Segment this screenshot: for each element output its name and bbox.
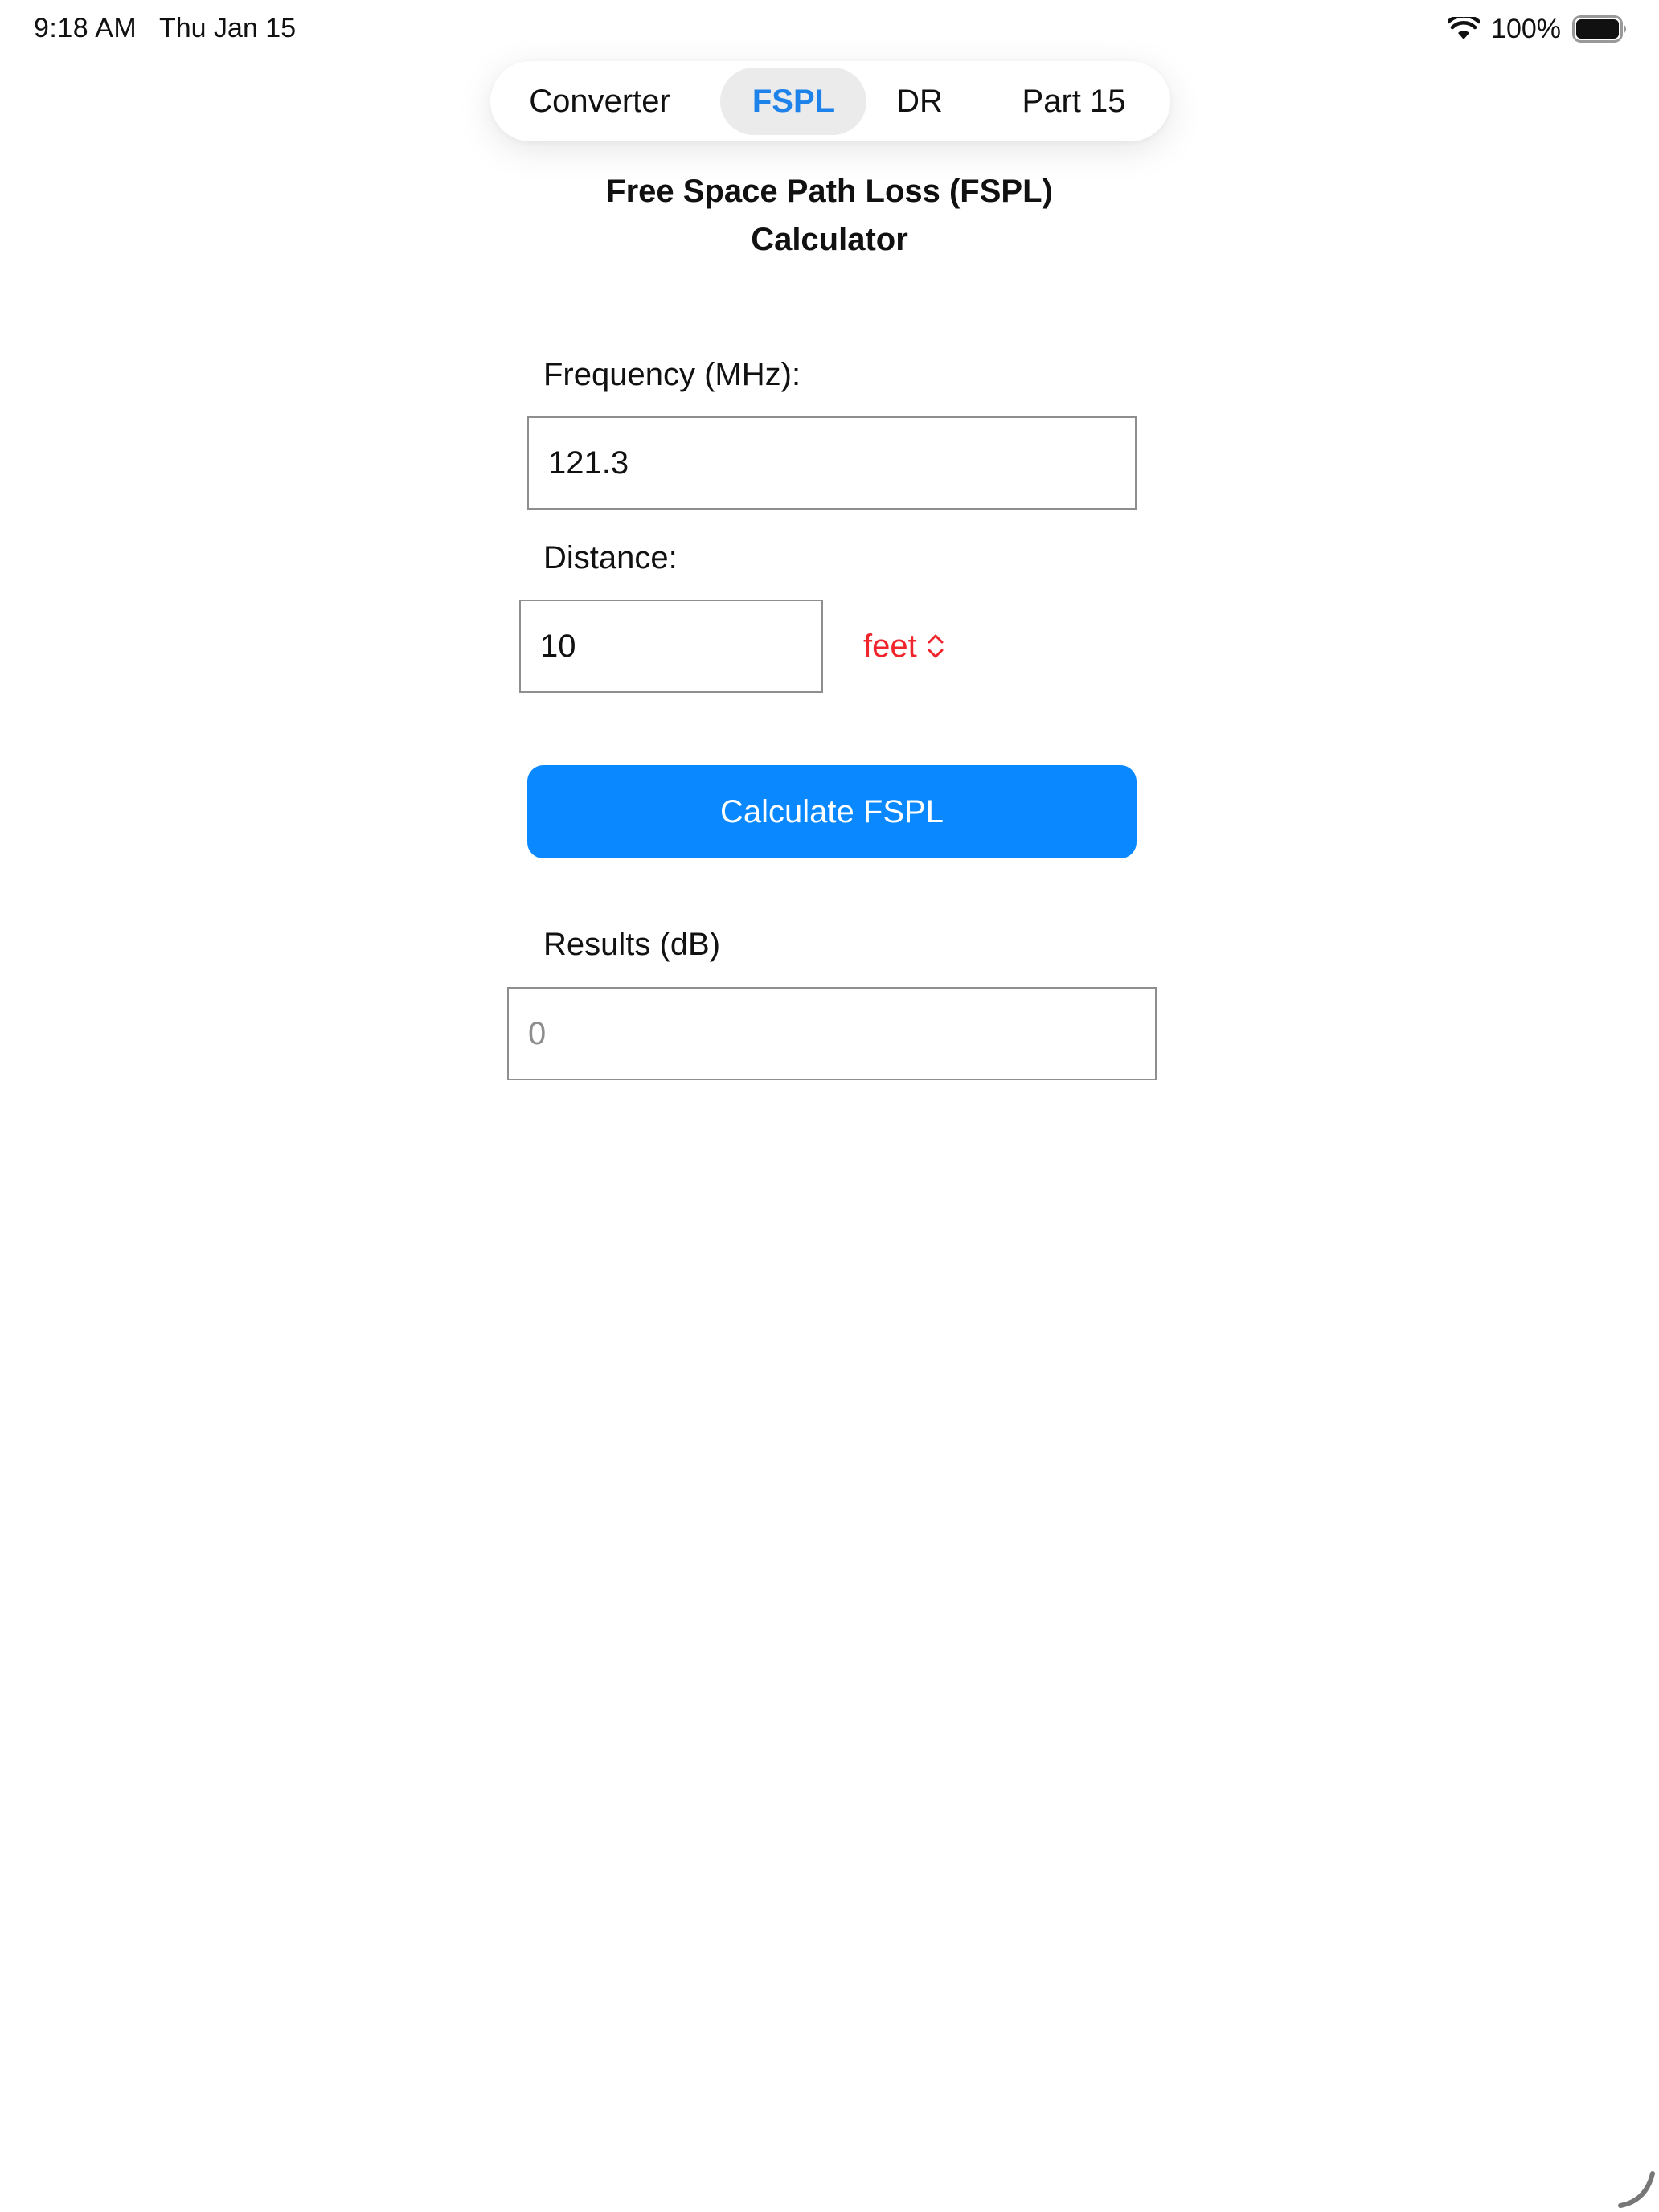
tab-converter[interactable]: Converter [505, 68, 694, 135]
tab-dr[interactable]: DR [881, 68, 958, 135]
battery-percent: 100% [1491, 13, 1561, 44]
page-title: Free Space Path Loss (FSPL) Calculator [606, 174, 1053, 257]
wifi-icon [1448, 17, 1481, 41]
fspl-screen: 9:18 AM Thu Jan 15 100% Converter FSPL D… [0, 0, 1659, 2212]
status-date: Thu Jan 15 [159, 13, 297, 43]
distance-input[interactable] [519, 600, 823, 693]
corner-resize-icon [1611, 2164, 1659, 2212]
tab-part-15[interactable]: Part 15 [993, 68, 1154, 135]
distance-label: Distance: [543, 540, 678, 576]
calculate-fspl-button[interactable]: Calculate FSPL [527, 765, 1137, 858]
tab-fspl[interactable]: FSPL [720, 68, 866, 135]
chevron-up-down-icon [925, 632, 946, 661]
frequency-input[interactable] [527, 416, 1137, 510]
status-time: 9:18 AM [34, 13, 137, 43]
results-field[interactable] [507, 987, 1157, 1080]
status-indicators: 100% [1448, 11, 1628, 47]
distance-unit-picker[interactable]: feet [863, 622, 946, 670]
distance-unit-label: feet [863, 628, 917, 664]
status-bar: 9:18 AM Thu Jan 15 100% [0, 0, 1659, 58]
frequency-label: Frequency (MHz): [543, 357, 801, 392]
battery-icon [1572, 15, 1628, 43]
results-label: Results (dB) [543, 927, 721, 962]
tab-bar: Converter FSPL DR Part 15 [490, 61, 1170, 141]
